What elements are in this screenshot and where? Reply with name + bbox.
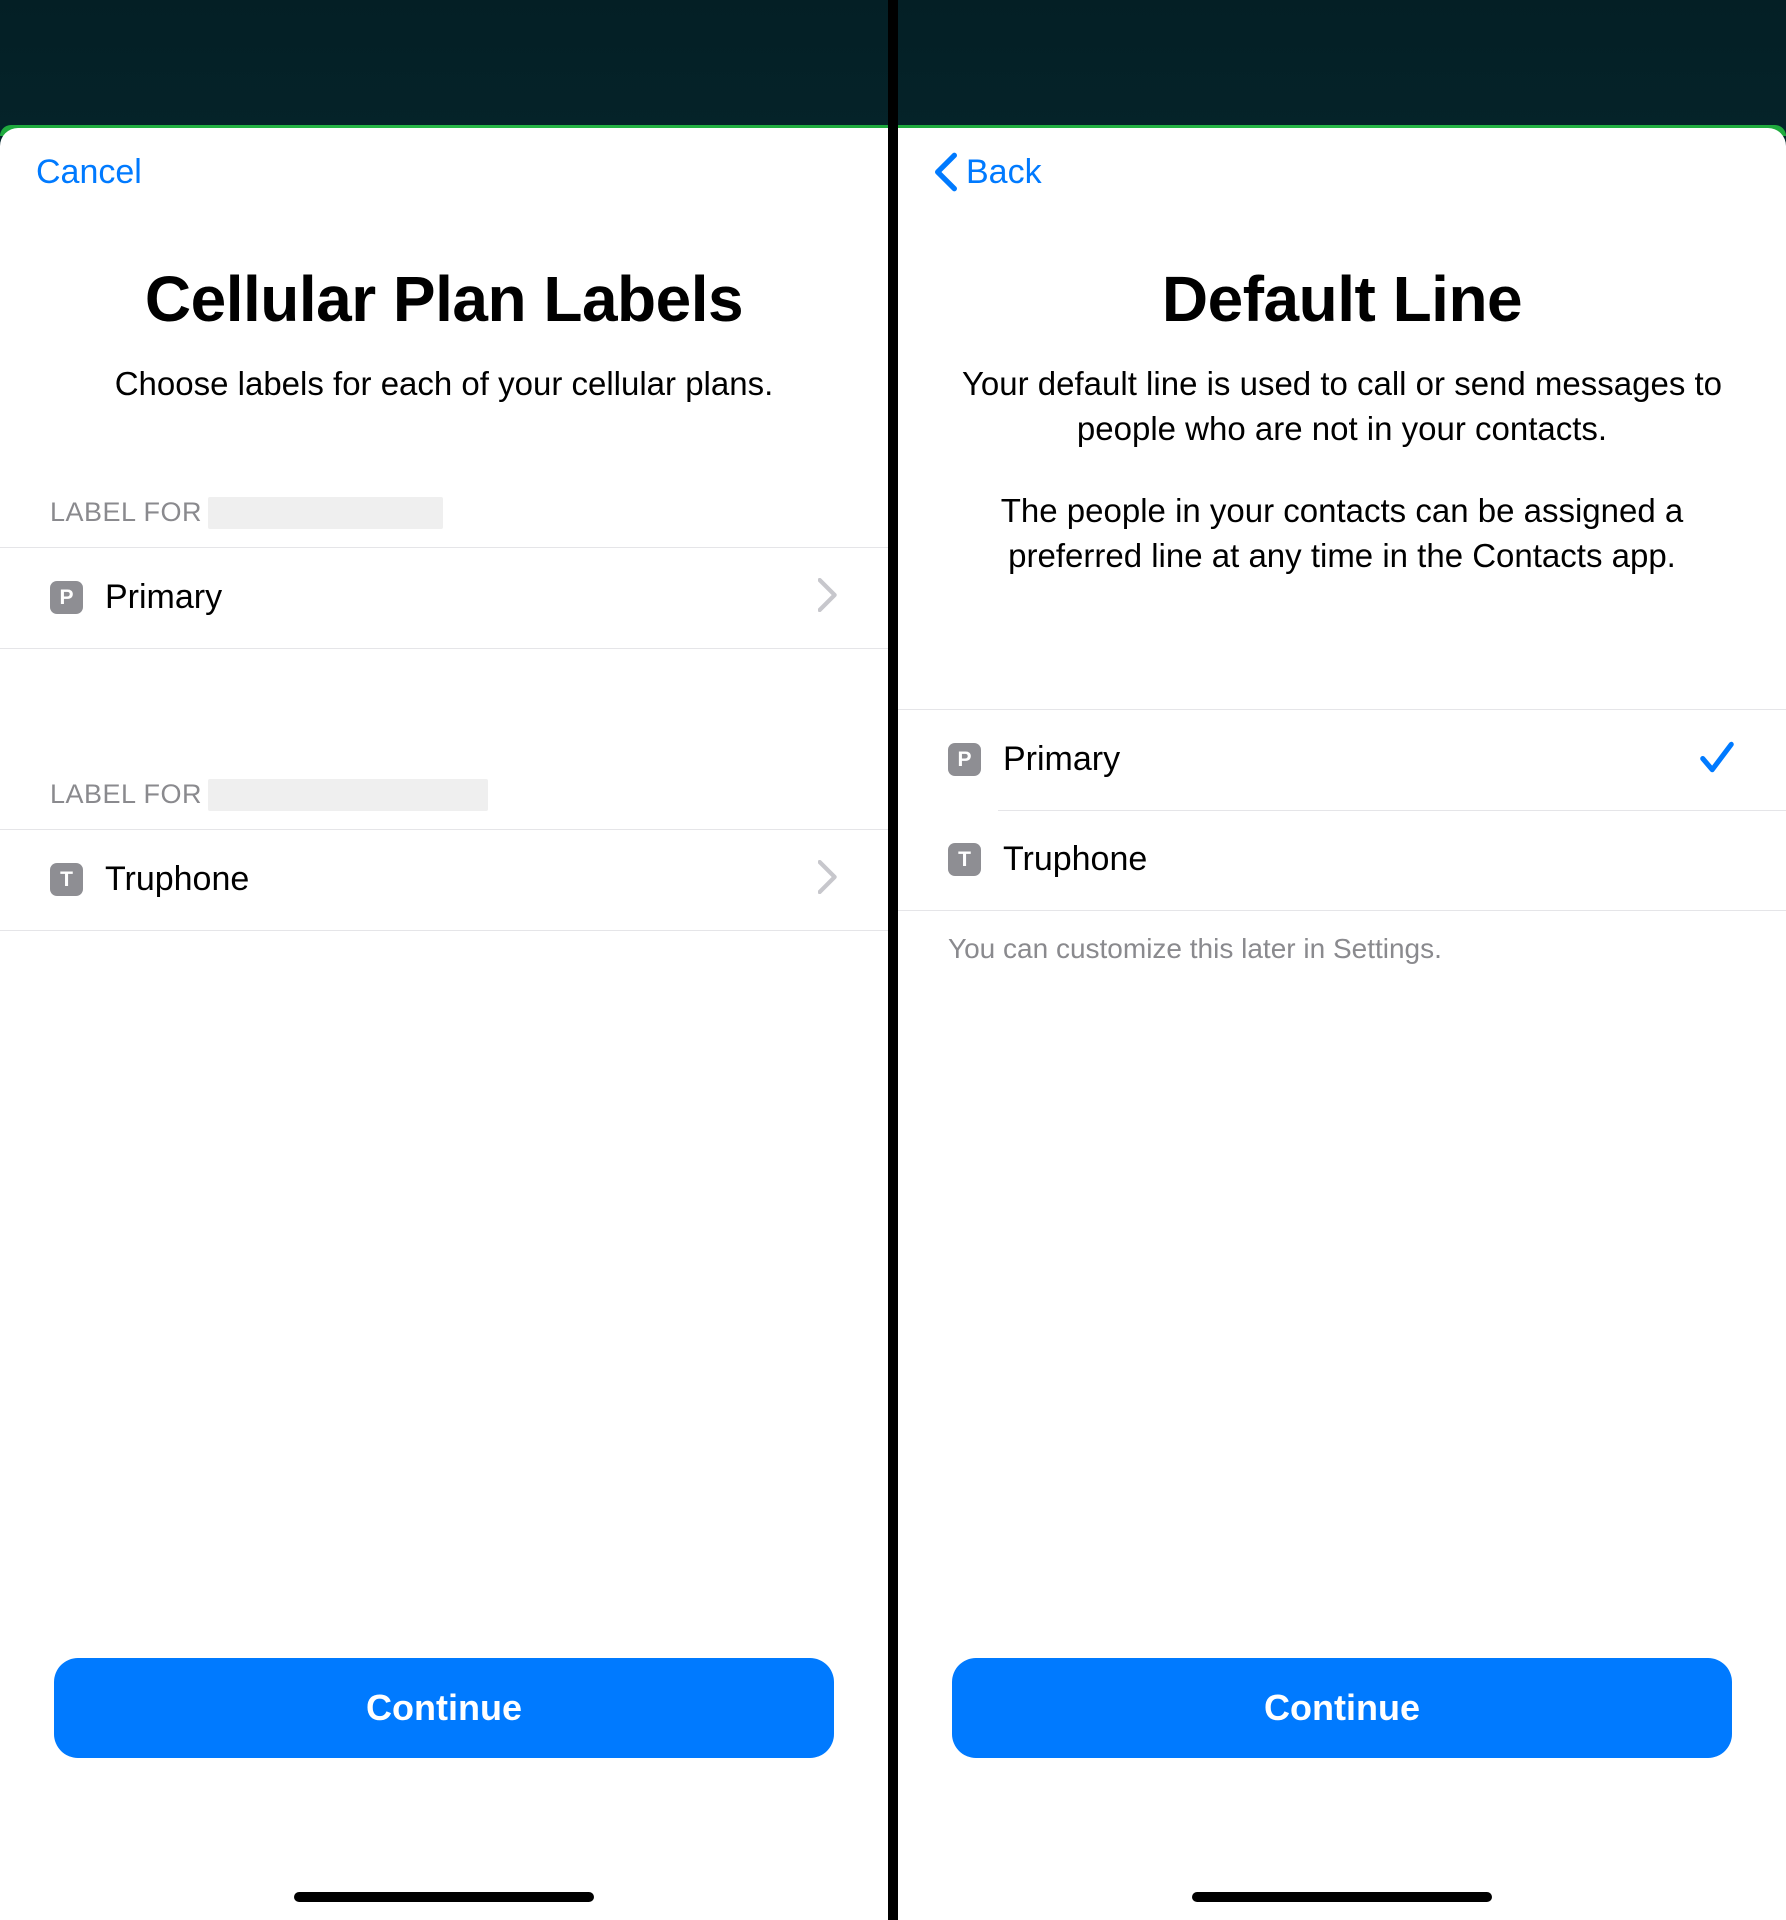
cta-container: Continue [952,1658,1732,1758]
screen-cellular-plan-labels: Cancel Cellular Plan Labels Choose label… [0,0,888,1920]
screenshot-divider [888,0,898,1920]
redacted-number-1 [208,497,443,529]
page-description-2: The people in your contacts can be assig… [948,489,1736,578]
continue-button[interactable]: Continue [54,1658,834,1758]
redacted-number-2 [208,779,488,811]
line-option-label: Primary [1003,740,1698,779]
chevron-left-icon [934,152,958,192]
page-title: Default Line [948,264,1736,334]
navbar: Back [898,128,1786,216]
page-title: Cellular Plan Labels [50,264,838,334]
modal-sheet: Back Default Line Your default line is u… [898,128,1786,1920]
status-bar-area [0,0,888,125]
back-button[interactable]: Back [934,152,1042,192]
plan-badge-icon: P [50,581,83,614]
plan-row-label: Truphone [105,860,818,899]
status-bar-area [898,0,1786,125]
section-label-text: LABEL FOR [50,779,202,810]
continue-button[interactable]: Continue [952,1658,1732,1758]
plan-row-primary[interactable]: P Primary [0,548,888,648]
footer-hint: You can customize this later in Settings… [898,911,1786,965]
chevron-right-icon [818,860,838,899]
plan-row-label: Primary [105,578,818,617]
plan-badge-icon: P [948,743,981,776]
hero-section: Default Line Your default line is used t… [898,216,1786,579]
modal-sheet: Cancel Cellular Plan Labels Choose label… [0,128,888,1920]
screen-default-line: Back Default Line Your default line is u… [898,0,1786,1920]
hero-section: Cellular Plan Labels Choose labels for e… [0,216,888,407]
home-indicator[interactable] [294,1892,594,1902]
cancel-button[interactable]: Cancel [36,153,142,192]
checkmark-icon [1698,738,1736,781]
line-option-primary[interactable]: P Primary [898,710,1786,810]
label-list-2: T Truphone [0,829,888,931]
line-options-list: P Primary T Truphone [898,709,1786,911]
label-list-1: P Primary [0,547,888,649]
navbar: Cancel [0,128,888,216]
home-indicator[interactable] [1192,1892,1492,1902]
page-subtitle: Choose labels for each of your cellular … [50,362,838,407]
back-button-label: Back [966,153,1042,192]
section-header-2: LABEL FOR [0,779,888,811]
line-option-label: Truphone [1003,840,1736,879]
section-label-text: LABEL FOR [50,497,202,528]
section-header-1: LABEL FOR [0,497,888,529]
cta-container: Continue [54,1658,834,1758]
line-option-truphone[interactable]: T Truphone [898,810,1786,910]
plan-row-truphone[interactable]: T Truphone [0,830,888,930]
chevron-right-icon [818,578,838,617]
plan-badge-icon: T [948,843,981,876]
page-description-1: Your default line is used to call or sen… [948,362,1736,451]
plan-badge-icon: T [50,863,83,896]
